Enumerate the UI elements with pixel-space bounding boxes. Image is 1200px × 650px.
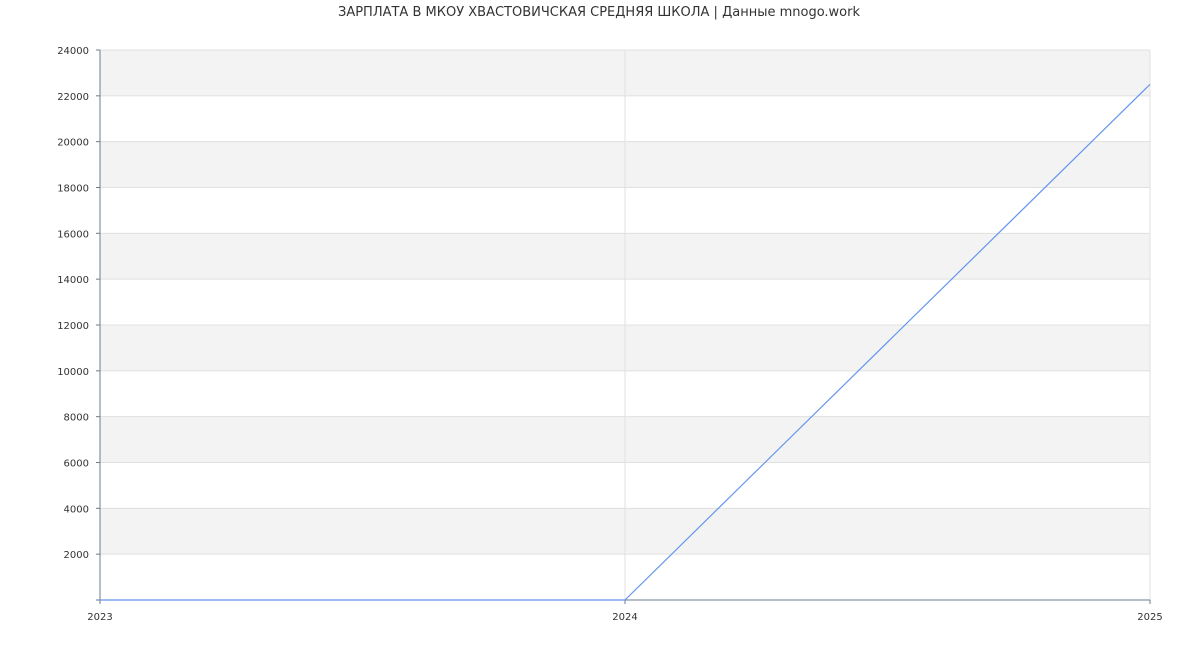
y-tick-label: 4000 [64, 504, 89, 515]
y-tick-label: 10000 [57, 367, 89, 378]
y-tick-label: 18000 [57, 184, 89, 195]
x-tick-label: 2025 [1137, 612, 1162, 623]
y-tick-labels: 2000 4000 6000 8000 10000 12000 14000 16000 1800… [57, 46, 89, 561]
y-tick-label: 16000 [57, 229, 89, 240]
y-tick-label: 6000 [64, 459, 89, 470]
y-tick-label: 22000 [57, 92, 89, 103]
y-tick-label: 20000 [57, 138, 89, 149]
y-tick-label: 14000 [57, 275, 89, 286]
salary-line-chart: ЗАРПЛАТА В МКОУ ХВАСТОВИЧСКАЯ СРЕДНЯЯ ШК… [57, 5, 1163, 623]
x-tick-label: 2024 [612, 612, 637, 623]
y-tick-label: 12000 [57, 321, 89, 332]
x-tick-labels: 2023 2024 2025 [87, 612, 1162, 623]
chart-title: ЗАРПЛАТА В МКОУ ХВАСТОВИЧСКАЯ СРЕДНЯЯ ШК… [338, 5, 860, 20]
y-tick-label: 8000 [64, 413, 89, 424]
y-tick-label: 24000 [57, 46, 89, 57]
x-tick-label: 2023 [87, 612, 112, 623]
y-tick-label: 2000 [64, 550, 89, 561]
